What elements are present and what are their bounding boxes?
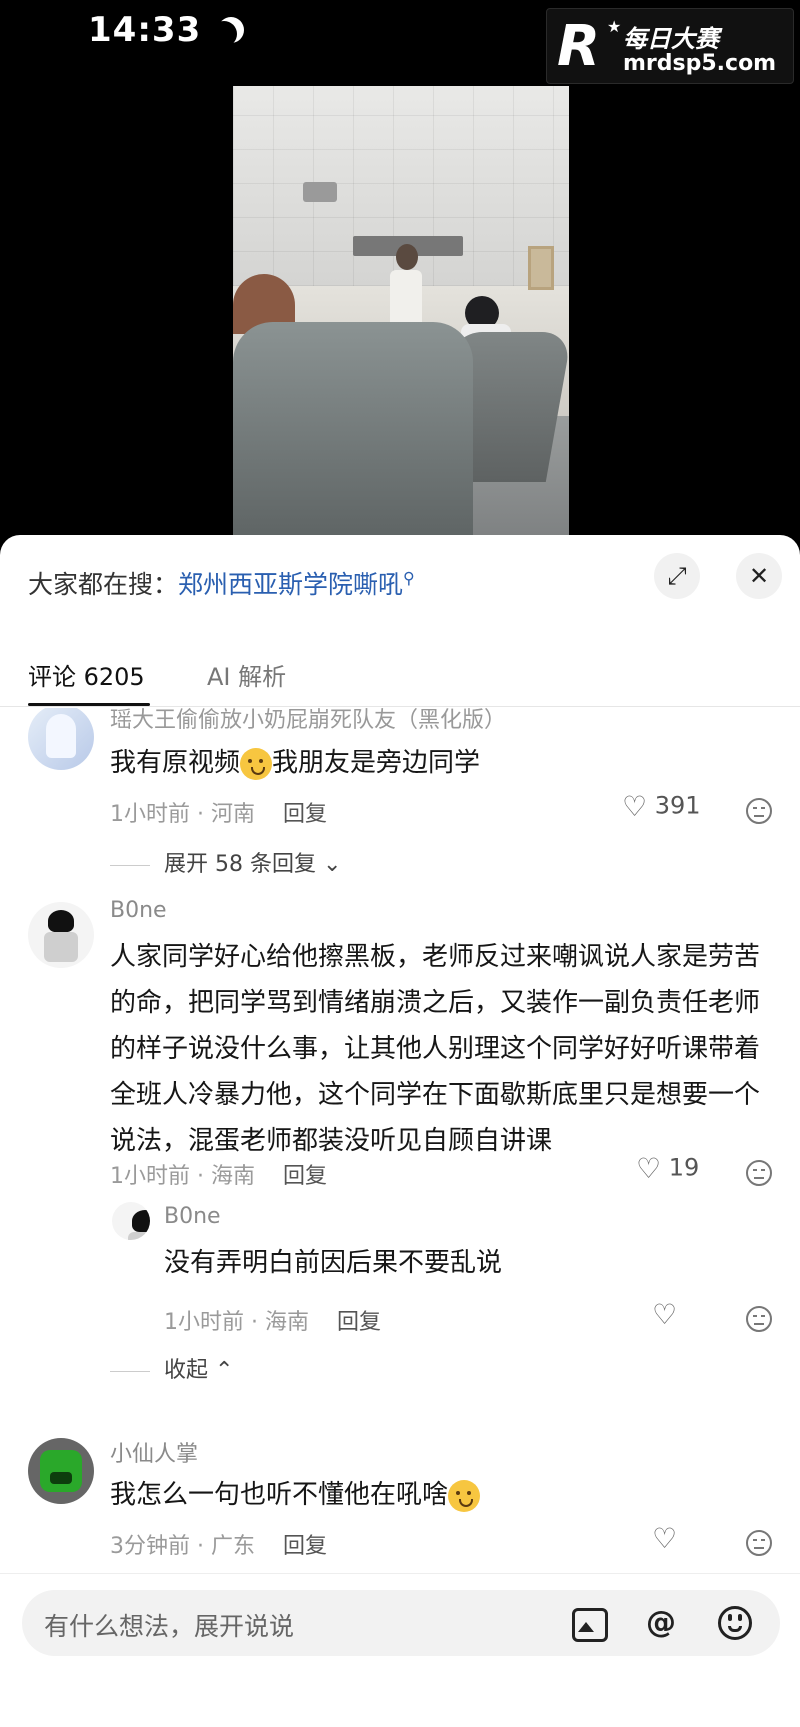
status-time-text: 14:33 <box>88 10 202 50</box>
emoji-icon-mouth <box>728 1626 742 1632</box>
expand-icon: ⤢ <box>667 562 687 590</box>
expand-replies-label: 展开 58 条回复 <box>164 852 316 877</box>
expand-replies-button[interactable]: 展开 58 条回复 ⌄ <box>110 846 341 878</box>
comment-time-location: 1小时前 · 河南 <box>110 802 255 827</box>
video-person-body <box>390 270 422 330</box>
collapse-replies-button[interactable]: 收起 ⌃ <box>110 1352 233 1384</box>
comment-author[interactable]: 瑶大王偷偷放小奶屁崩死队友（黑化版） <box>110 708 506 734</box>
watermark-title: 每日大赛 <box>623 25 719 53</box>
comments-sheet: 大家都在搜：郑州西亚斯学院嘶吼⚲ ⤢ ✕ 评论 6205 AI 解析 瑶大王偷偷… <box>0 535 800 1727</box>
watermark-url: mrdsp5.com <box>623 51 777 76</box>
avatar[interactable] <box>28 1438 94 1504</box>
comment-text-start: 我有原视频 <box>110 748 241 778</box>
tab-ai-analysis[interactable]: AI 解析 <box>207 657 286 692</box>
reply-button[interactable]: 回复 <box>283 1164 327 1189</box>
reply-button[interactable]: 回复 <box>337 1310 381 1335</box>
like-button[interactable]: ♡ 391 <box>622 790 701 823</box>
comment-author[interactable]: 小仙人掌 <box>110 1436 198 1468</box>
comment-author[interactable]: B0ne <box>110 898 167 923</box>
reply-avatar[interactable] <box>112 1202 150 1240</box>
like-count: 19 <box>668 1153 700 1182</box>
dislike-icon[interactable] <box>746 798 772 824</box>
pleading-emoji-icon <box>240 747 273 780</box>
avatar[interactable] <box>28 708 94 770</box>
emoji-icon[interactable] <box>712 1600 758 1646</box>
video-player[interactable] <box>233 86 569 536</box>
collapse-replies-label: 收起 <box>164 1358 209 1383</box>
chevron-up-icon: ⌃ <box>215 1358 234 1383</box>
trending-search-query[interactable]: 郑州西亚斯学院嘶吼 <box>178 570 403 599</box>
divider-dash <box>110 864 150 866</box>
surprised-emoji-icon <box>448 1479 481 1512</box>
comment-time-location: 3分钟前 · 广东 <box>110 1534 255 1559</box>
tab-bar: 评论 6205 AI 解析 <box>0 647 800 707</box>
comment-list[interactable]: 瑶大王偷偷放小奶屁崩死队友（黑化版） 我有原视频 我朋友是旁边同学 1小时前 · … <box>0 708 800 1568</box>
like-button[interactable]: ♡ 19 <box>636 1152 699 1185</box>
heart-icon: ♡ <box>652 1298 678 1331</box>
star-icon: ★ <box>607 17 622 36</box>
moon-icon <box>211 21 237 47</box>
divider-dash <box>110 1370 150 1372</box>
comment-text-end: 我朋友是旁边同学 <box>272 748 481 778</box>
search-icon: ⚲ <box>403 568 415 588</box>
reply-meta: 1小时前 · 海南 回复 <box>164 1304 381 1336</box>
video-seat-back <box>233 322 473 536</box>
dislike-icon[interactable] <box>746 1530 772 1556</box>
tab-comments[interactable]: 评论 6205 <box>28 657 145 692</box>
expand-button[interactable]: ⤢ <box>654 553 700 599</box>
video-window <box>528 246 554 290</box>
at-icon[interactable]: @ <box>638 1600 684 1646</box>
reply-author[interactable]: B0ne <box>164 1204 221 1229</box>
watermark-logo: R ★ 每日大赛 mrdsp5.com <box>546 8 794 84</box>
comment-text: 人家同学好心给他擦黑板，老师反过来嘲讽说人家是劳苦的命，把同学骂到情绪崩溃之后，… <box>110 942 761 1156</box>
reply-button[interactable]: 回复 <box>283 802 327 827</box>
comment-meta: 1小时前 · 海南 回复 <box>110 1158 327 1190</box>
reply-text: 没有弄明白前因后果不要乱说 <box>164 1248 503 1278</box>
comment-time-location: 1小时前 · 海南 <box>110 1164 255 1189</box>
trending-search[interactable]: 大家都在搜：郑州西亚斯学院嘶吼⚲ <box>28 565 415 601</box>
heart-icon: ♡ <box>636 1152 662 1185</box>
comment-meta: 1小时前 · 河南 回复 <box>110 796 327 828</box>
dislike-icon[interactable] <box>746 1306 772 1332</box>
chevron-down-icon: ⌄ <box>322 852 342 877</box>
heart-icon: ♡ <box>622 790 648 823</box>
avatar[interactable] <box>28 902 94 968</box>
image-icon[interactable] <box>564 1600 610 1646</box>
comment-text-content: 我怎么一句也听不懂他在吼啥 <box>110 1480 449 1510</box>
like-count: 391 <box>654 791 701 820</box>
trending-search-prefix: 大家都在搜： <box>28 570 179 599</box>
tab-active-indicator <box>28 703 150 706</box>
comment-input[interactable]: 有什么想法，展开说说 @ <box>22 1590 780 1656</box>
like-button[interactable]: ♡ <box>652 1298 677 1331</box>
reply-button[interactable]: 回复 <box>283 1534 327 1559</box>
comment-text: 我有原视频 我朋友是旁边同学 <box>110 740 776 786</box>
status-time: 14:33 <box>88 10 241 50</box>
heart-icon: ♡ <box>652 1522 678 1555</box>
comment-input-bar: 有什么想法，展开说说 @ <box>0 1573 800 1727</box>
comment-input-placeholder: 有什么想法，展开说说 <box>44 1612 295 1641</box>
reply-time-location: 1小时前 · 海南 <box>164 1310 309 1335</box>
comment-text: 我怎么一句也听不懂他在吼啥 <box>110 1472 776 1518</box>
like-button[interactable]: ♡ <box>652 1522 677 1555</box>
dislike-icon[interactable] <box>746 1160 772 1186</box>
comment-meta: 3分钟前 · 广东 回复 <box>110 1528 327 1560</box>
video-person-head <box>396 244 418 270</box>
video-projector <box>303 182 337 202</box>
close-button[interactable]: ✕ <box>736 553 782 599</box>
watermark-letter: R <box>557 14 601 79</box>
close-icon: ✕ <box>748 562 770 590</box>
